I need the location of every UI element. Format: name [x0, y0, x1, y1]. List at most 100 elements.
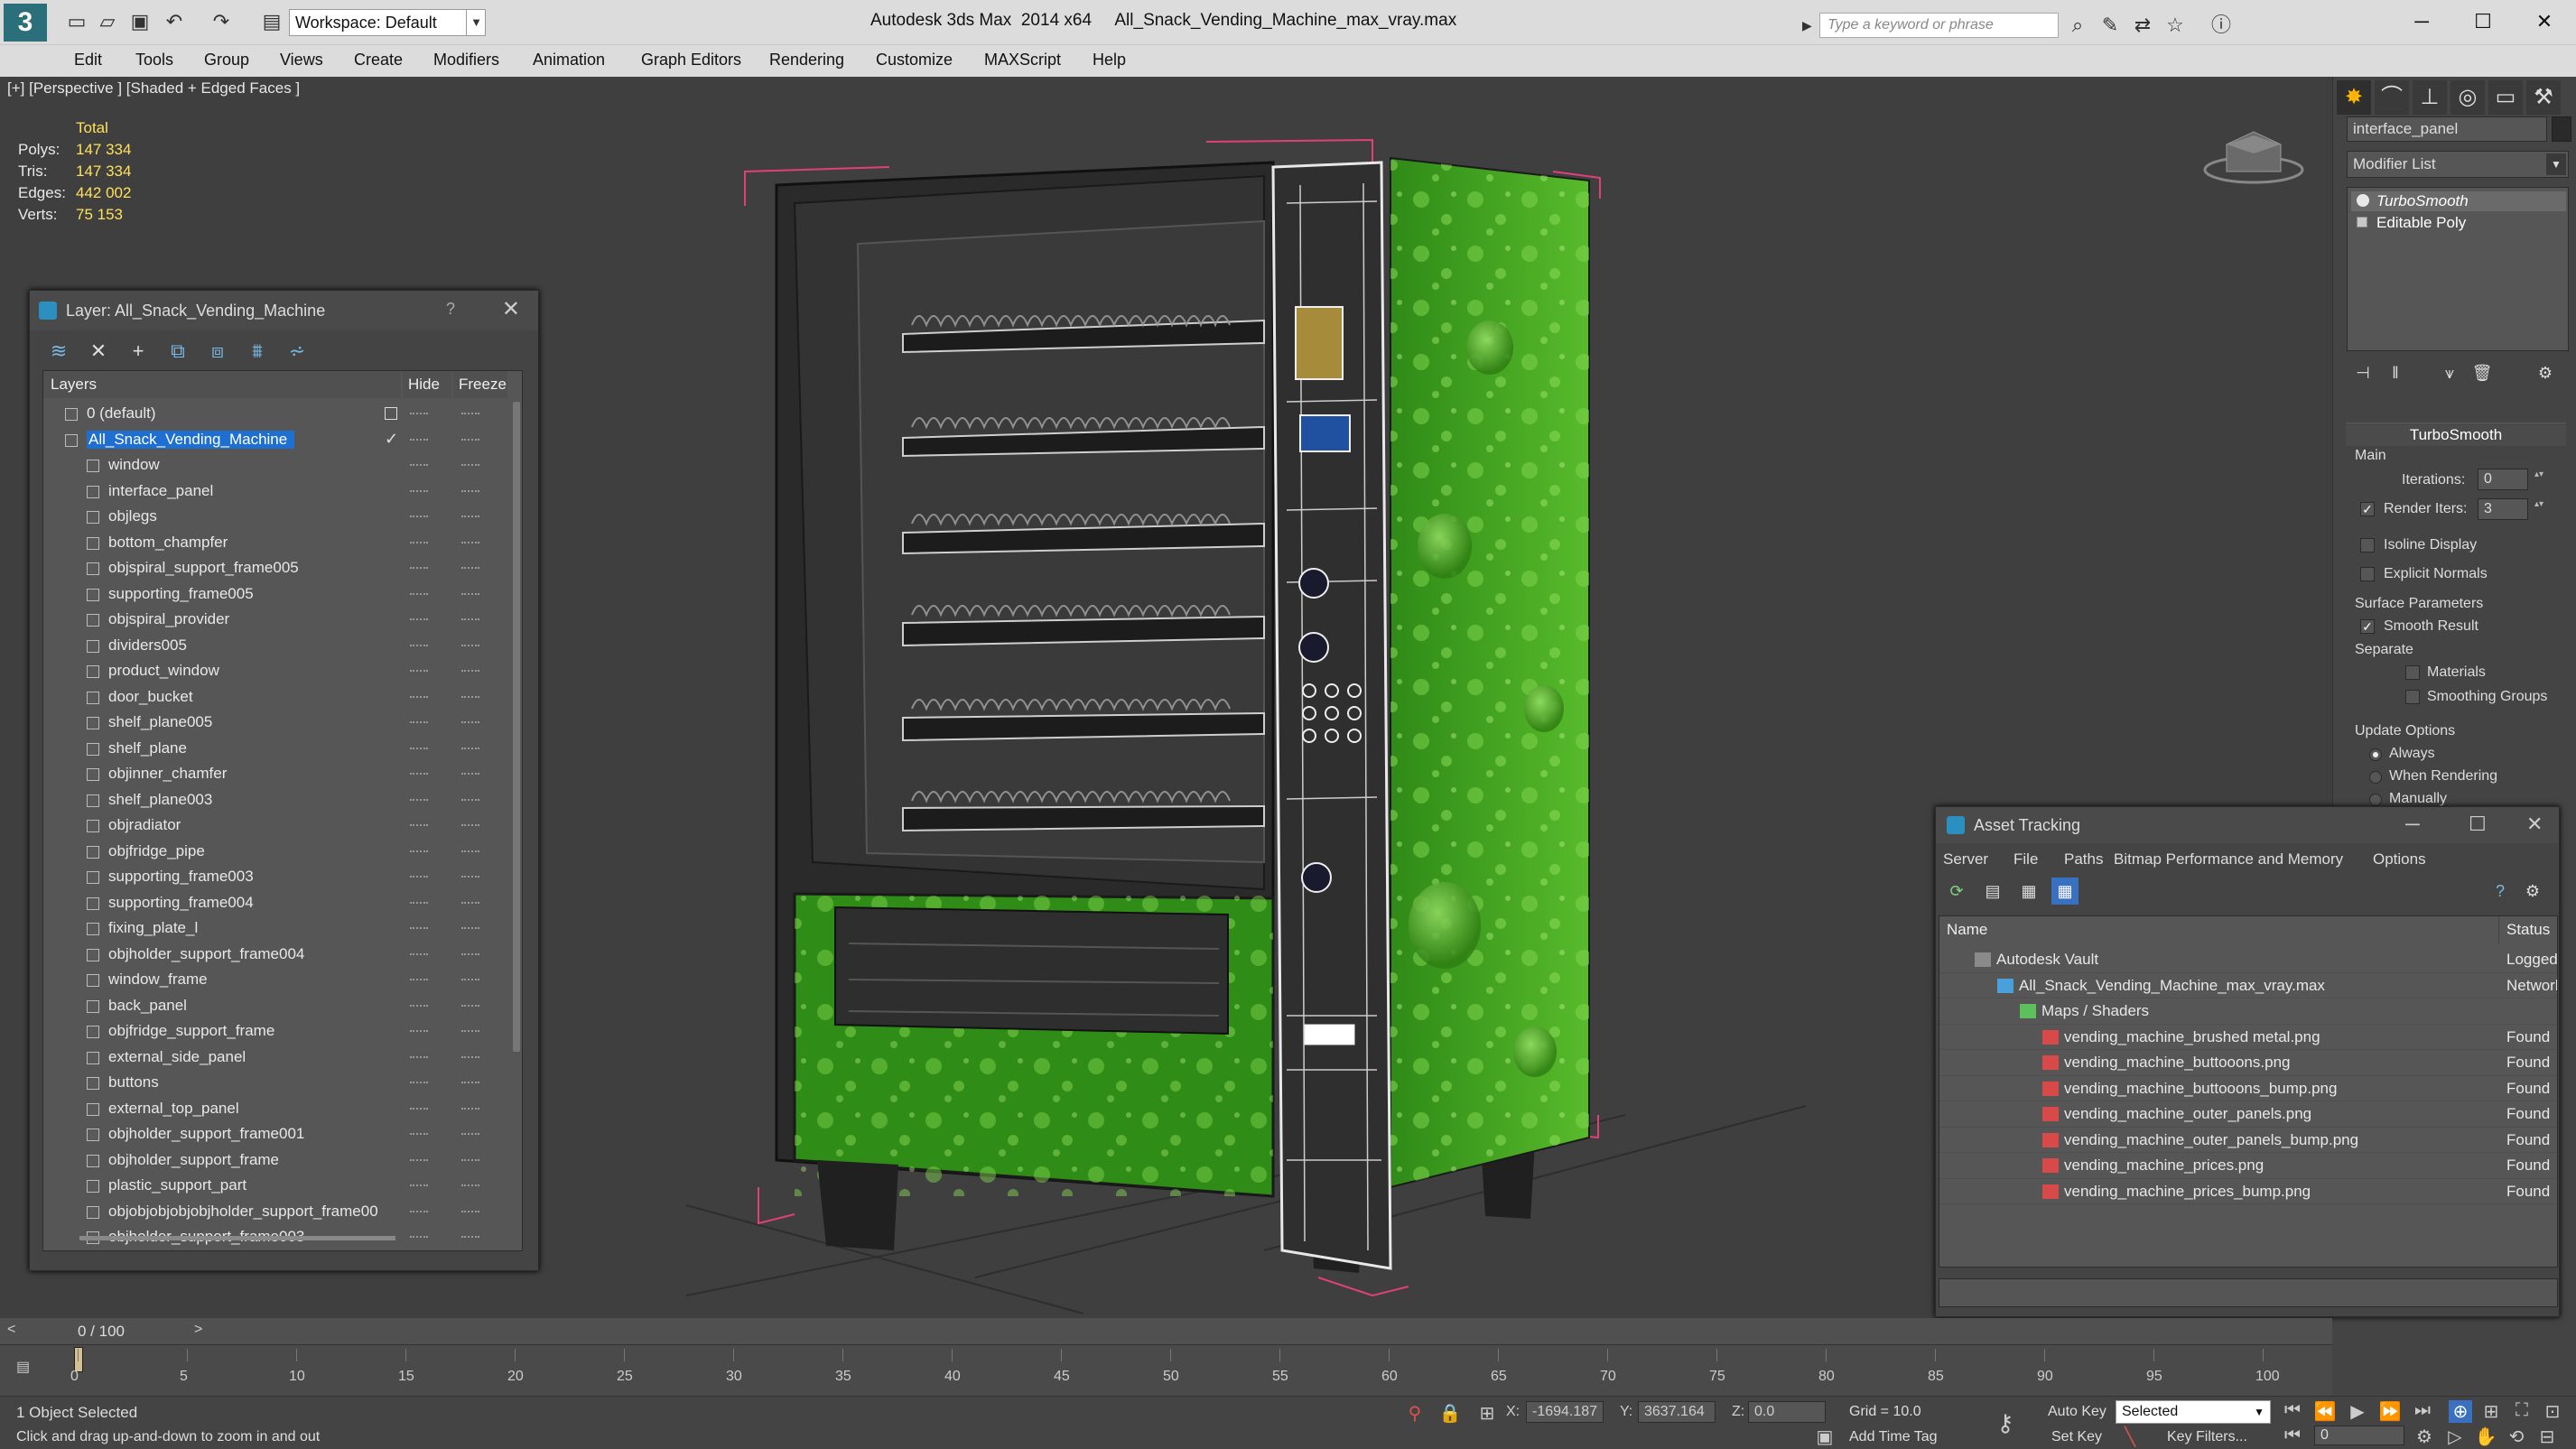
time-slider[interactable]: < 0 / 100 >	[0, 1318, 2332, 1345]
chevron-down-icon[interactable]: ▼	[2254, 1401, 2264, 1423]
freeze-toggle[interactable]	[461, 1158, 479, 1162]
layer-row[interactable]: 0 (default)	[43, 402, 511, 428]
hide-toggle[interactable]	[410, 927, 428, 930]
asset-row[interactable]: vending_machine_buttooons_bump.png Found	[1939, 1076, 2557, 1101]
layer-row[interactable]: objfridge_pipe	[43, 840, 511, 866]
isoline-display-checkbox[interactable]	[2360, 538, 2375, 553]
menu-rendering[interactable]: Rendering	[769, 51, 844, 70]
hide-toggle[interactable]	[410, 1107, 428, 1110]
layer-row[interactable]: plastic_support_part	[43, 1174, 511, 1200]
freeze-toggle[interactable]	[461, 1004, 479, 1008]
close-icon[interactable]: ✕	[2525, 5, 2564, 38]
menu-help[interactable]: Help	[1093, 51, 1126, 70]
binoculars-icon[interactable]: ⌕	[2065, 13, 2090, 38]
freeze-toggle[interactable]	[461, 1082, 479, 1084]
layer-row[interactable]: product_window	[43, 659, 511, 685]
freeze-toggle[interactable]	[461, 695, 479, 699]
configure-modifier-sets-icon[interactable]: ⚙	[2533, 360, 2558, 385]
column-header-freeze[interactable]: Freeze	[453, 371, 507, 398]
previous-frame-icon[interactable]: <	[7, 1322, 15, 1338]
render-iters-checkbox[interactable]: ✓	[2360, 502, 2375, 516]
freeze-toggle[interactable]	[461, 824, 479, 827]
project-icon[interactable]: ▤	[260, 10, 284, 33]
app-logo-icon[interactable]: 3	[4, 4, 47, 42]
curve-editor-icon[interactable]: ▤	[16, 1358, 40, 1378]
layer-row[interactable]: objradiator	[43, 813, 511, 840]
lightbulb-icon[interactable]	[2357, 194, 2369, 207]
auto-key-button[interactable]: Auto Key	[2048, 1404, 2106, 1420]
smoothing-groups-checkbox[interactable]	[2405, 690, 2420, 704]
hierarchy-tab-icon[interactable]: ⊥	[2413, 80, 2447, 115]
menu-paths[interactable]: Paths	[2064, 850, 2103, 868]
workspace-dropdown[interactable]: Workspace: Default	[289, 9, 486, 36]
viewcube-icon[interactable]	[2203, 125, 2311, 188]
play-icon[interactable]: ▶	[2346, 1400, 2369, 1423]
maximize-viewport-icon[interactable]: ⊟	[2535, 1426, 2559, 1448]
freeze-toggle[interactable]	[461, 1184, 479, 1187]
refresh-icon[interactable]: ⟳	[1943, 878, 1970, 905]
freeze-toggle[interactable]	[461, 952, 479, 956]
hide-toggle[interactable]	[410, 747, 428, 750]
set-key-button[interactable]: Set Key	[2051, 1429, 2102, 1445]
hide-toggle[interactable]	[410, 773, 428, 776]
menu-maxscript[interactable]: MAXScript	[984, 51, 1061, 70]
layer-row[interactable]: objfridge_support_frame	[43, 1019, 511, 1045]
asset-row[interactable]: vending_machine_outer_panels_bump.png Fou…	[1939, 1128, 2557, 1153]
z-coordinate-field[interactable]: 0.0	[1748, 1401, 1826, 1423]
layer-row[interactable]: objlegs	[43, 505, 511, 531]
y-coordinate-field[interactable]: 3637.164	[1638, 1401, 1716, 1423]
menu-file[interactable]: File	[2013, 850, 2038, 868]
go-to-end-icon[interactable]: ⏭	[2411, 1400, 2434, 1421]
hide-toggle[interactable]	[410, 876, 428, 878]
freeze-toggle[interactable]	[461, 979, 479, 981]
hide-toggle[interactable]	[410, 1055, 428, 1059]
create-tab-icon[interactable]: ✸	[2337, 80, 2371, 115]
help-icon[interactable]: ?	[446, 300, 455, 319]
save-icon[interactable]: ▣	[128, 10, 152, 33]
menu-modifiers[interactable]: Modifiers	[433, 51, 499, 70]
hide-toggle[interactable]	[410, 1133, 428, 1136]
layer-row[interactable]: supporting_frame005	[43, 582, 511, 608]
layer-row[interactable]: shelf_plane	[43, 737, 511, 763]
asset-row[interactable]: vending_machine_prices.png Found	[1939, 1153, 2557, 1179]
column-header-hide[interactable]: Hide	[403, 371, 451, 398]
smooth-result-checkbox[interactable]: ✓	[2360, 619, 2375, 634]
hide-toggle[interactable]	[410, 824, 428, 827]
render-iters-spinner[interactable]: 3	[2478, 498, 2543, 520]
layer-row[interactable]: objspiral_support_frame005	[43, 556, 511, 582]
undo-icon[interactable]: ↶	[163, 10, 186, 33]
wrench-icon[interactable]: ✎	[2097, 13, 2123, 38]
key-mode-toggle-icon[interactable]: ⏮	[2281, 1426, 2304, 1446]
layer-row[interactable]: external_top_panel	[43, 1097, 511, 1123]
hide-all-icon[interactable]: ⩩	[243, 337, 272, 366]
utilities-tab-icon[interactable]: ⚒	[2526, 80, 2561, 115]
hide-toggle[interactable]	[410, 1184, 428, 1187]
menu-customize[interactable]: Customize	[876, 51, 953, 70]
freeze-toggle[interactable]	[461, 464, 479, 467]
freeze-toggle[interactable]	[461, 413, 479, 415]
freeze-toggle[interactable]	[461, 592, 479, 596]
hide-toggle[interactable]	[410, 695, 428, 699]
column-header-layers[interactable]: Layers	[43, 371, 401, 398]
layer-row[interactable]: window_frame	[43, 968, 511, 994]
chevron-down-icon[interactable]: ▼	[466, 9, 486, 36]
minimize-icon[interactable]: ─	[2405, 813, 2420, 836]
hide-toggle[interactable]	[410, 464, 428, 467]
display-tab-icon[interactable]: ▭	[2488, 80, 2523, 115]
maximize-icon[interactable]: ☐	[2463, 5, 2503, 38]
search-input[interactable]: Type a keyword or phrase	[1819, 13, 2059, 38]
exchange-icon[interactable]: ⇄	[2130, 13, 2155, 38]
hide-toggle[interactable]	[410, 1082, 428, 1084]
menu-animation[interactable]: Animation	[533, 51, 605, 70]
lock-selection-icon[interactable]: 🔒	[1438, 1402, 1462, 1425]
layer-row[interactable]: objholder_support_frame	[43, 1148, 511, 1175]
minimize-icon[interactable]: ─	[2402, 5, 2441, 38]
menu-server[interactable]: Server	[1943, 850, 1988, 868]
hide-toggle[interactable]	[410, 644, 428, 647]
freeze-toggle[interactable]	[461, 489, 479, 493]
hide-toggle[interactable]	[410, 1004, 428, 1008]
column-header-name[interactable]: Name	[1939, 916, 2499, 943]
orbit-icon[interactable]: ⟲	[2505, 1426, 2528, 1448]
close-icon[interactable]: ✕	[502, 296, 520, 322]
open-icon[interactable]: ▱	[96, 10, 119, 33]
